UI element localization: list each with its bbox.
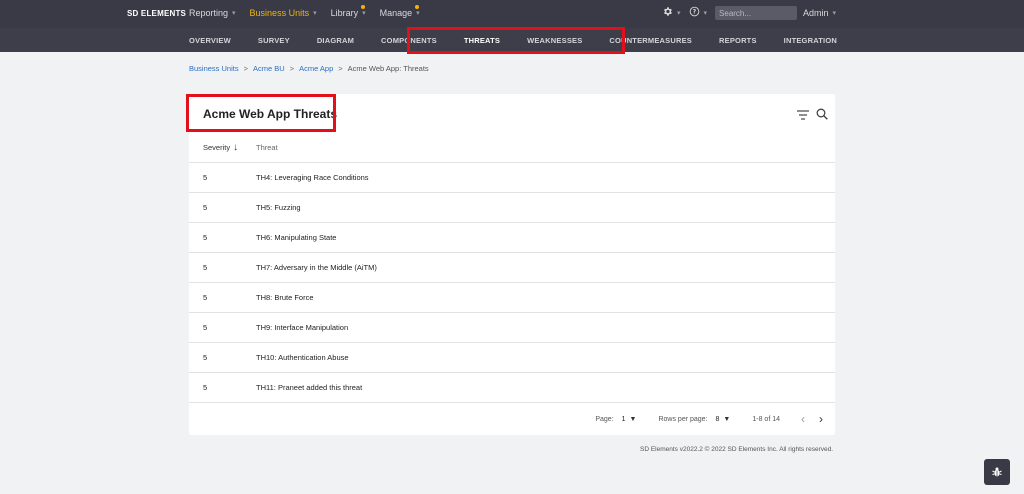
nav-item-library[interactable]: Library ▾ (331, 5, 366, 18)
chevron-down-icon[interactable]: ▾ (704, 9, 708, 17)
severity-cell: 5 (203, 383, 208, 392)
search-icon[interactable] (816, 108, 828, 120)
pagination: Page: 1 ▼ Rows per page: 8 ▼ 1-8 of 14 ‹… (189, 403, 835, 435)
svg-text:?: ? (692, 9, 696, 16)
chevron-down-icon[interactable]: ▼ (630, 416, 637, 423)
main-nav: Reporting ▾ Business Units ▾ Library ▾ Manage ▾ (189, 5, 434, 18)
table-row[interactable]: 5 TH9: Interface Manipulation (189, 313, 835, 343)
notification-dot (360, 5, 365, 9)
threat-cell: TH5: Fuzzing (256, 203, 301, 212)
top-navbar: SD ELEMENTS Reporting ▾ Business Units ▾ Lib… (0, 0, 1024, 28)
severity-cell: 5 (203, 263, 208, 272)
table-body: 5 TH4: Leveraging Race Conditions 5 TH5: Fu… (189, 163, 835, 403)
page-select[interactable]: 1 (622, 416, 626, 423)
sort-down-icon: ↓ (233, 142, 239, 153)
table-row[interactable]: 5 TH10: Authentication Abuse (189, 343, 835, 373)
breadcrumb-separator: > (243, 64, 248, 73)
table-row[interactable]: 5 TH11: Praneet added this threat (189, 373, 835, 403)
page-label: Page: (595, 415, 614, 423)
rows-per-page-select[interactable]: 8 (716, 416, 720, 423)
user-menu[interactable]: Admin ▾ (803, 8, 836, 18)
breadcrumb-link[interactable]: Business Units (189, 64, 239, 73)
highlight-box-tabs (407, 27, 625, 54)
breadcrumb-link[interactable]: Acme App (299, 64, 333, 73)
tab-survey[interactable]: SURVEY (258, 36, 290, 45)
breadcrumb-current: Acme Web App: Threats (347, 64, 429, 73)
severity-cell: 5 (203, 173, 208, 182)
breadcrumb: Business Units > Acme BU > Acme App > Acme Web… (189, 64, 429, 73)
tab-reports[interactable]: REPORTS (719, 36, 757, 45)
threat-cell: TH11: Praneet added this threat (256, 383, 363, 392)
tab-overview[interactable]: OVERVIEW (189, 36, 231, 45)
chevron-down-icon: ▾ (416, 10, 420, 17)
chevron-down-icon: ▾ (232, 10, 236, 17)
bug-report-button[interactable] (984, 459, 1010, 485)
table-row[interactable]: 5 TH6: Manipulating State (189, 223, 835, 253)
prev-page-icon[interactable]: ‹ (801, 412, 805, 426)
tab-integration[interactable]: INTEGRATION (784, 36, 837, 45)
bug-icon (992, 467, 1002, 477)
chevron-down-icon: ▾ (832, 10, 837, 17)
header-actions: ▾ ? ▾ Admin ▾ (662, 6, 836, 20)
copyright: SD Elements v2022.2 © 2022 SD Elements I… (640, 446, 834, 453)
table-row[interactable]: 5 TH5: Fuzzing (189, 193, 835, 223)
chevron-down-icon: ▾ (313, 10, 317, 17)
threat-cell: TH9: Interface Manipulation (256, 323, 349, 332)
notification-dot (414, 5, 419, 9)
threat-cell: TH8: Brute Force (256, 293, 314, 302)
chevron-down-icon: ▾ (362, 10, 366, 17)
breadcrumb-separator: > (289, 64, 295, 73)
threat-cell: TH10: Authentication Abuse (256, 353, 349, 362)
nav-item-business-units[interactable]: Business Units ▾ (250, 8, 317, 18)
tab-diagram[interactable]: DIAGRAM (317, 36, 354, 45)
brand-logo[interactable]: SD ELEMENTS (127, 9, 186, 18)
nav-item-reporting[interactable]: Reporting ▾ (189, 8, 236, 18)
threat-cell: TH4: Leveraging Race Conditions (256, 173, 369, 182)
help-icon[interactable]: ? (689, 6, 700, 20)
user-name: Admin (803, 8, 829, 18)
chevron-down-icon[interactable]: ▾ (677, 9, 681, 17)
next-page-icon[interactable]: › (819, 412, 823, 426)
breadcrumb-separator: > (338, 64, 343, 73)
severity-cell: 5 (203, 203, 208, 212)
threat-cell: TH6: Manipulating State (256, 233, 337, 242)
nav-item-manage[interactable]: Manage ▾ (380, 5, 420, 18)
highlight-box-title (186, 94, 336, 132)
severity-cell: 5 (203, 293, 208, 302)
chevron-down-icon[interactable]: ▼ (723, 416, 730, 423)
table-row[interactable]: 5 TH8: Brute Force (189, 283, 835, 313)
threat-column-header: Threat (256, 143, 278, 152)
severity-column-header[interactable]: Severity ↓ (189, 142, 256, 153)
table-header: Severity ↓ Threat (189, 133, 835, 163)
severity-cell: 5 (203, 233, 208, 242)
gear-icon[interactable] (662, 6, 673, 20)
table-row[interactable]: 5 TH7: Adversary in the Middle (AiTM) (189, 253, 835, 283)
rows-per-page-label: Rows per page: (658, 415, 708, 423)
threats-table: Severity ↓ Threat 5 TH4: Leveraging Race … (189, 133, 835, 403)
page-range: 1-8 of 14 (752, 415, 780, 423)
severity-cell: 5 (203, 353, 208, 362)
search-input[interactable] (715, 6, 798, 20)
filter-icon[interactable] (797, 110, 809, 120)
table-row[interactable]: 5 TH4: Leveraging Race Conditions (189, 163, 835, 193)
threat-cell: TH7: Adversary in the Middle (AiTM) (256, 263, 377, 272)
severity-cell: 5 (203, 323, 208, 332)
breadcrumb-link[interactable]: Acme BU (253, 64, 285, 73)
